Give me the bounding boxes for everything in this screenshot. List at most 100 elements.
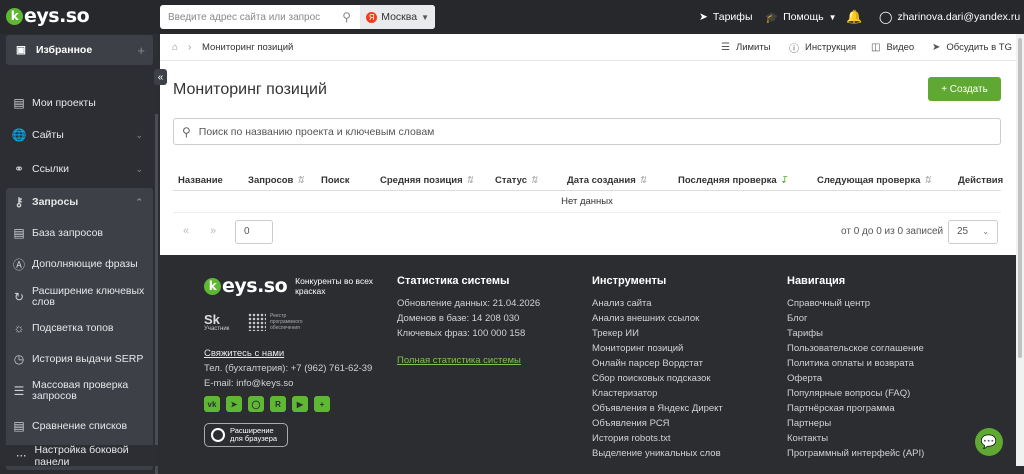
sidebar-settings[interactable]: ⋯ Настройка боковой панели [0,443,158,468]
instruction-link[interactable]: ⓘ Инструкция [789,34,856,61]
nav-link[interactable]: Справочный центр [787,296,924,311]
nav-link[interactable]: Партнеры [787,416,924,431]
sidebar-settings-label: Настройка боковой панели [34,443,129,468]
nav-link[interactable]: Оферта [787,371,924,386]
registry-text: Реестр программного обеспечения [270,313,303,331]
column-queries[interactable]: Запросов ⇅ [248,175,304,186]
tools-link[interactable]: Анализ сайта [592,296,723,311]
nav-link[interactable]: Тарифы [787,326,924,341]
sidebar-item-my-projects[interactable]: ▤ Мои проекты [6,95,153,111]
search-icon[interactable]: ⚲ [342,10,360,24]
nav-link[interactable]: Партнёрская программа [787,401,924,416]
logo[interactable]: k eys.so [6,5,90,27]
collapse-sidebar-button[interactable]: « [154,69,167,85]
plus-icon[interactable]: + [137,43,145,58]
table-empty: Нет данных [173,192,1001,213]
tools-link[interactable]: Онлайн парсер Вордстат [592,356,723,371]
nav-link[interactable]: Контакты [787,431,924,446]
telegram-link[interactable]: ➤ Обсудить в TG [932,34,1012,61]
tools-link[interactable]: Анализ внешних ссылок [592,311,723,326]
column-last-check[interactable]: Последняя проверка ↧ [678,175,788,186]
footer-logo[interactable]: k eys.so Конкуренты во всех красках [204,275,380,297]
column-status[interactable]: Статус ⇅ [495,175,538,186]
sidebar-item-query-base[interactable]: ▤ База запросов [6,225,153,241]
nav-link[interactable]: Популярные вопросы (FAQ) [787,386,924,401]
page-input[interactable]: 0 [235,220,273,244]
browser-extension-button[interactable]: Расширение для браузера [204,423,288,447]
nav-link[interactable]: Политика оплаты и возврата [787,356,924,371]
footer: k eys.so Конкуренты во всех красках Sk Уча… [160,255,1016,466]
sidebar-item-compare-lists[interactable]: ▤ Сравнение списков [6,418,153,434]
first-page-icon[interactable]: « [183,225,189,237]
contact-link[interactable]: Свяжитесь с нами [204,346,372,361]
tools-link[interactable]: Трекер ИИ [592,326,723,341]
sidebar-item-label: Сайты [32,129,64,141]
footer-contacts: Свяжитесь с нами Тел. (бухгалтерия): +7 … [204,346,372,391]
limits-link[interactable]: ☰ Лимиты [721,34,771,61]
email-text[interactable]: E-mail: info@keys.so [204,376,372,391]
tools-link[interactable]: Сбор поисковых подсказок [592,371,723,386]
region-select[interactable]: Я Москва ▼ [360,5,435,29]
sidebar-item-additional-phrases[interactable]: Ⓐ Дополняющие фразы [6,256,153,272]
video-link[interactable]: ◫ Видео [871,34,914,61]
sort-desc-icon[interactable]: ↧ [780,175,788,186]
sort-icon[interactable]: ⇅ [530,175,538,186]
per-page-select[interactable]: 25 ⌄ [948,220,998,244]
bell-icon[interactable]: 🔔 [846,0,862,34]
tools-link[interactable]: Мониторинг позиций [592,341,723,356]
column-name[interactable]: Название [178,175,223,186]
tariffs-link[interactable]: ➤ Тарифы [699,0,753,34]
sidebar-item-top-highlight[interactable]: ☼ Подсветка топов [6,320,153,336]
user-menu[interactable]: ◯ zharinova.dari@yandex.ru ▼ [879,0,1024,34]
sidebar-item-keyword-expansion[interactable]: ↻ Расширение ключевых слов [6,285,153,309]
column-avg-position[interactable]: Средняя позиция ⇅ [380,175,474,186]
home-icon[interactable]: ⌂ [172,42,178,53]
column-created[interactable]: Дата создания ⇅ [567,175,647,186]
page-scrollbar[interactable] [1016,34,1024,466]
scrollbar-thumb[interactable] [1018,38,1022,358]
rutube-icon[interactable]: R [270,396,286,412]
database-icon: ▤ [13,226,25,240]
create-button[interactable]: + Создать [928,77,1001,101]
sidebar-favorites[interactable]: ▣ Избранное + [6,35,153,65]
nav-link[interactable]: Пользовательское соглашение [787,341,924,356]
sort-icon[interactable]: ⇅ [639,175,647,186]
logo-text: eys.so [24,5,90,27]
sidebar-item-serp-history[interactable]: ◷ История выдачи SERP [6,351,153,367]
tools-link[interactable]: Объявления в Яндекс Директ [592,401,723,416]
tools-link[interactable]: Кластеризатор [592,386,723,401]
send-icon: ➤ [932,42,941,53]
plane-icon: ➤ [699,11,708,23]
sidebar-item-bulk-check[interactable]: ☰ Массовая проверка запросов [6,379,153,403]
tools-link[interactable]: Выделение уникальных слов [592,446,723,461]
youtube-icon[interactable]: ▶ [292,396,308,412]
help-menu[interactable]: 🎓 Помощь ▼ [765,0,837,34]
stats-domains: Доменов в базе: 14 208 030 [397,313,520,324]
sort-icon[interactable]: ⇅ [923,175,931,186]
tools-link[interactable]: История robots.txt [592,431,723,446]
sort-icon[interactable]: ⇅ [466,175,474,186]
logo-text: eys.so [222,275,288,297]
skolkovo-badge: Sk Участник [204,313,229,333]
max-icon[interactable]: ◯ [248,396,264,412]
column-next-check[interactable]: Следующая проверка ⇅ [817,175,931,186]
site-search-input[interactable]: Введите адрес сайта или запрос [160,12,342,23]
column-search[interactable]: Поиск [321,175,350,186]
skolkovo-logo: Sk [204,312,220,327]
sidebar-item-sites[interactable]: 🌐 Сайты ⌄ [6,127,153,143]
site-search[interactable]: Введите адрес сайта или запрос ⚲ Я Москв… [160,5,435,29]
chat-icon[interactable]: 💬 [975,428,1003,456]
sidebar-item-links[interactable]: ⚭ Ссылки ⌄ [6,161,153,177]
plus-icon[interactable]: + [314,396,330,412]
sidebar-scrollbar[interactable] [155,114,158,474]
tools-link[interactable]: Объявления РСЯ [592,416,723,431]
nav-link[interactable]: Программный интерфейс (API) [787,446,924,461]
vk-icon[interactable]: vk [204,396,220,412]
project-search-input[interactable]: ⚲ Поиск по названию проекта и ключевым с… [173,118,1001,145]
telegram-icon[interactable]: ➤ [226,396,242,412]
full-stats-link[interactable]: Полная статистика системы [397,353,540,368]
nav-link[interactable]: Блог [787,311,924,326]
sidebar-item-queries[interactable]: ⚷ Запросы ⌃ [6,194,153,210]
last-page-icon[interactable]: » [210,225,216,237]
sort-icon[interactable]: ⇅ [296,175,304,186]
